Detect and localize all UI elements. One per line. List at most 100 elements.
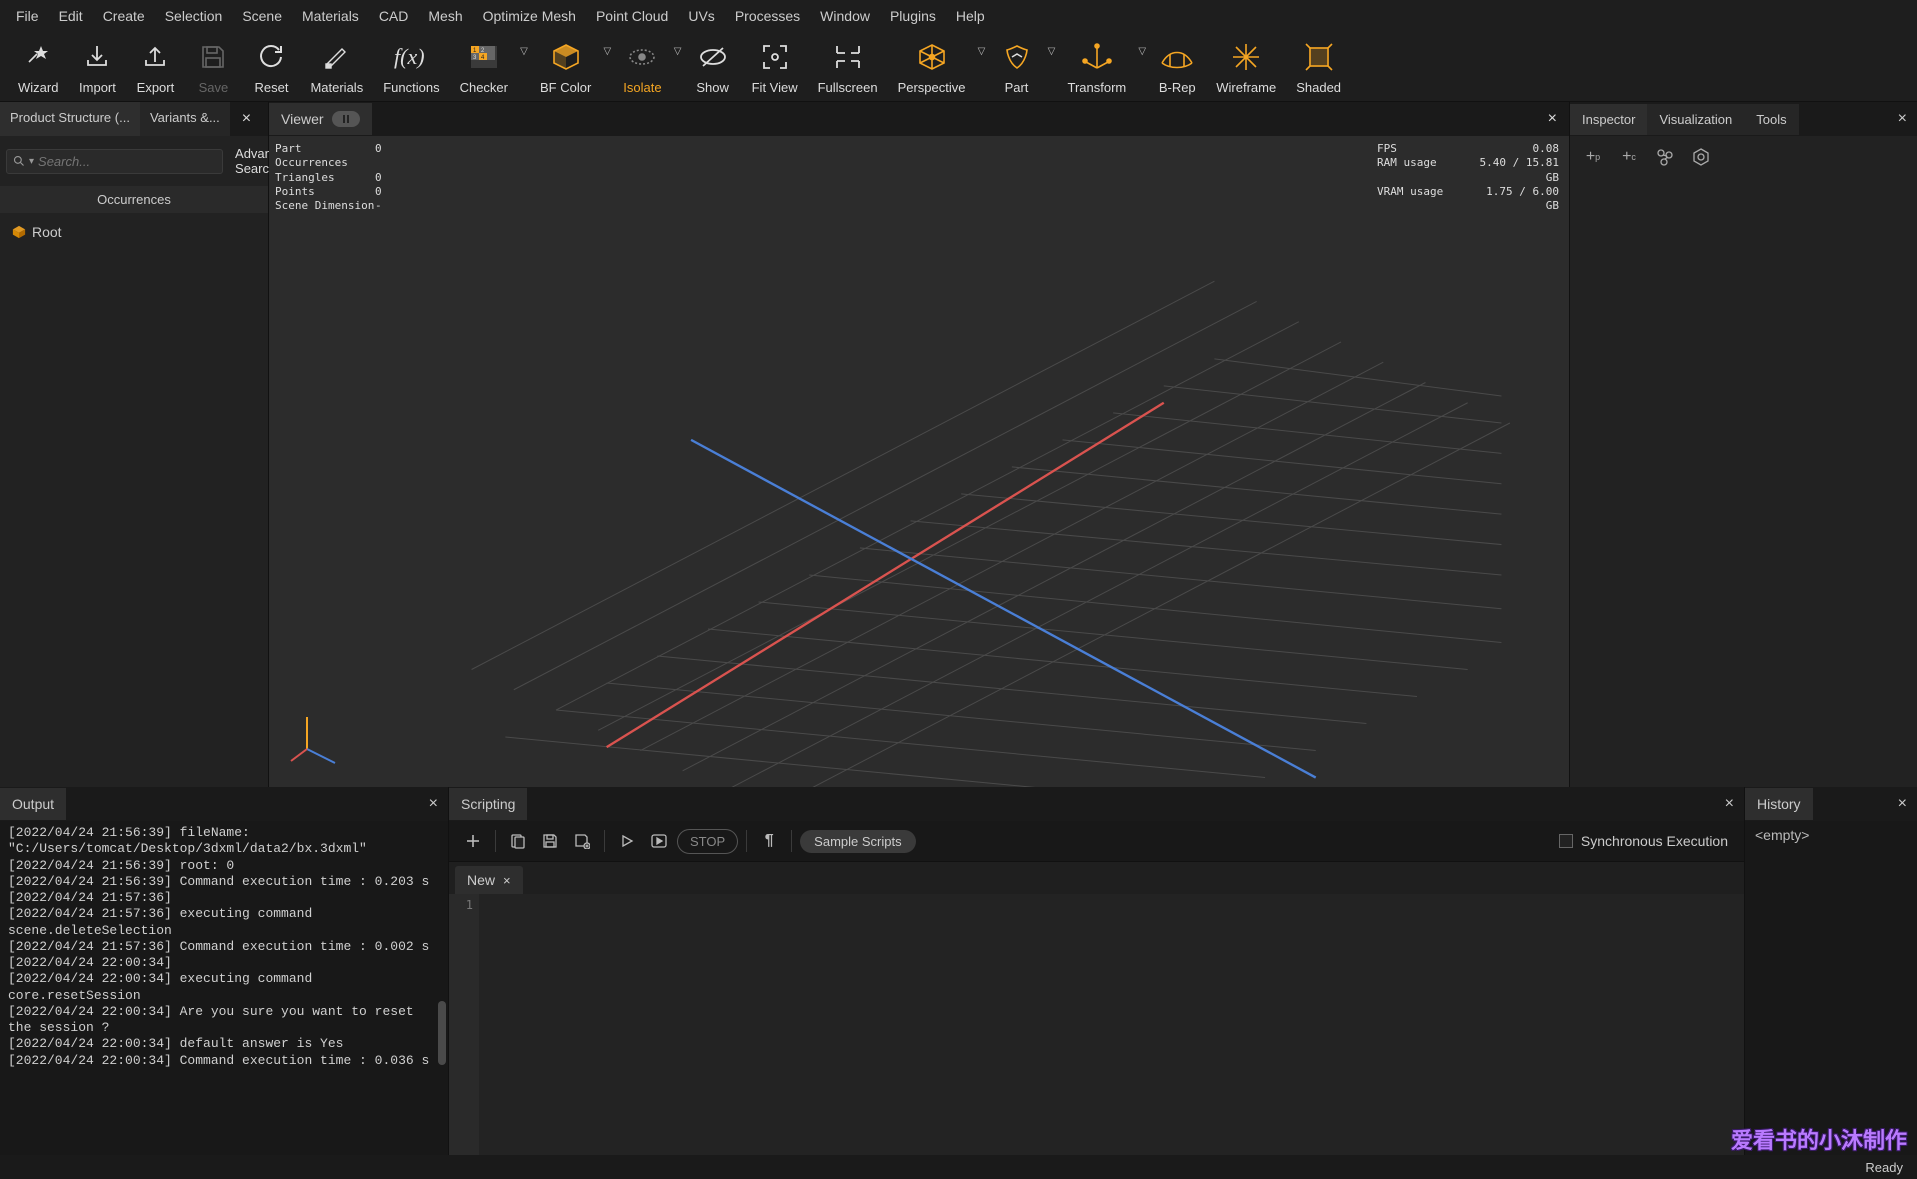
part-icon: [1000, 40, 1034, 74]
checker-dropdown-icon[interactable]: ▽: [518, 36, 530, 57]
fitview-button[interactable]: Fit View: [742, 36, 808, 99]
save-script-icon[interactable]: [536, 827, 564, 855]
transform-button[interactable]: Transform: [1058, 36, 1137, 99]
tab-scripting[interactable]: Scripting: [449, 788, 527, 820]
export-button[interactable]: Export: [126, 36, 184, 99]
wizard-button[interactable]: Wizard: [8, 36, 68, 99]
add-property-icon[interactable]: +p: [1580, 144, 1606, 170]
tab-tools[interactable]: Tools: [1744, 104, 1798, 135]
sync-exec-checkbox[interactable]: [1559, 834, 1573, 848]
tab-visualization[interactable]: Visualization: [1647, 104, 1744, 135]
hexagon-icon[interactable]: [1688, 144, 1714, 170]
stop-button[interactable]: STOP: [677, 829, 738, 854]
tab-inspector[interactable]: Inspector: [1570, 104, 1647, 135]
run-selection-icon[interactable]: [645, 827, 673, 855]
close-viewer-icon[interactable]: ×: [1536, 102, 1569, 136]
script-editor[interactable]: 1: [449, 894, 1744, 1155]
transform-dropdown-icon[interactable]: ▽: [1136, 36, 1148, 57]
sample-scripts-button[interactable]: Sample Scripts: [800, 830, 915, 853]
menu-create[interactable]: Create: [93, 4, 155, 28]
bfcolor-button[interactable]: BF Color: [530, 36, 601, 99]
search-input-wrap[interactable]: ▾: [6, 149, 223, 174]
occurrences-header: Occurrences: [0, 186, 268, 213]
bfcolor-dropdown-icon[interactable]: ▽: [601, 36, 613, 57]
menu-selection[interactable]: Selection: [155, 4, 233, 28]
status-text: Ready: [1865, 1160, 1903, 1175]
stat-row: RAM usage5.40 / 15.81 GB: [1377, 156, 1559, 185]
paragraph-icon[interactable]: ¶: [755, 827, 783, 855]
main-toolbar: WizardImportExport Save Reset Materials f(x)…: [0, 32, 1917, 102]
isolate-icon: [625, 40, 659, 74]
save-as-script-icon[interactable]: [568, 827, 596, 855]
menu-file[interactable]: File: [6, 4, 49, 28]
functions-button[interactable]: f(x)Functions: [373, 36, 449, 99]
stat-row: VRAM usage1.75 / 6.00 GB: [1377, 185, 1559, 214]
molecule-icon[interactable]: [1652, 144, 1678, 170]
menu-mesh[interactable]: Mesh: [418, 4, 472, 28]
tab-viewer[interactable]: Viewer: [269, 103, 372, 135]
axis-tripod-icon: [287, 709, 347, 769]
isolate-button[interactable]: Isolate: [613, 36, 671, 99]
fitview-icon: [758, 40, 792, 74]
part-button[interactable]: Part: [988, 36, 1046, 99]
fullscreen-label: Fullscreen: [818, 80, 878, 95]
menu-optimize-mesh[interactable]: Optimize Mesh: [473, 4, 586, 28]
new-script-icon[interactable]: [459, 827, 487, 855]
pause-icon[interactable]: [332, 111, 360, 127]
transform-icon: [1080, 40, 1114, 74]
menu-help[interactable]: Help: [946, 4, 995, 28]
search-icon: [13, 155, 25, 167]
show-button[interactable]: Show: [684, 36, 742, 99]
output-scrollbar[interactable]: [438, 1001, 446, 1065]
menu-uvs[interactable]: UVs: [678, 4, 724, 28]
perspective-dropdown-icon[interactable]: ▽: [976, 36, 988, 57]
close-history-icon[interactable]: ×: [1888, 787, 1917, 821]
close-right-panel-icon[interactable]: ×: [1888, 102, 1917, 136]
reset-button[interactable]: Reset: [242, 36, 300, 99]
perspective-button[interactable]: Perspective: [888, 36, 976, 99]
run-script-icon[interactable]: [613, 827, 641, 855]
save-icon: [196, 40, 230, 74]
search-filter-icon[interactable]: ▾: [29, 156, 34, 167]
save-button[interactable]: Save: [184, 36, 242, 99]
close-script-tab-icon[interactable]: ×: [503, 873, 511, 888]
menu-cad[interactable]: CAD: [369, 4, 419, 28]
tab-history[interactable]: History: [1745, 788, 1813, 820]
tab-variants[interactable]: Variants &...: [140, 102, 230, 136]
menu-window[interactable]: Window: [810, 4, 880, 28]
menu-scene[interactable]: Scene: [232, 4, 292, 28]
part-dropdown-icon[interactable]: ▽: [1046, 36, 1058, 57]
close-output-icon[interactable]: ×: [419, 787, 448, 821]
save-label: Save: [199, 80, 229, 95]
stat-row: FPS0.08: [1377, 142, 1559, 156]
scripting-panel: Scripting × STOP ¶ Sample Scripts Synchr…: [449, 787, 1745, 1155]
shaded-button[interactable]: Shaded: [1286, 36, 1351, 99]
tree-root-item[interactable]: Root: [10, 221, 258, 243]
menu-edit[interactable]: Edit: [49, 4, 93, 28]
materials-button[interactable]: Materials: [300, 36, 373, 99]
fullscreen-button[interactable]: Fullscreen: [808, 36, 888, 99]
menu-point-cloud[interactable]: Point Cloud: [586, 4, 678, 28]
script-tab-new[interactable]: New ×: [455, 866, 523, 894]
add-component-icon[interactable]: +c: [1616, 144, 1642, 170]
shaded-label: Shaded: [1296, 80, 1341, 95]
tab-product-structure[interactable]: Product Structure (...: [0, 102, 140, 136]
open-script-icon[interactable]: [504, 827, 532, 855]
menu-processes[interactable]: Processes: [725, 4, 810, 28]
close-scripting-icon[interactable]: ×: [1715, 787, 1744, 821]
isolate-dropdown-icon[interactable]: ▽: [672, 36, 684, 57]
tab-output[interactable]: Output: [0, 788, 66, 820]
brep-button[interactable]: B-Rep: [1148, 36, 1206, 99]
search-input[interactable]: [38, 154, 216, 169]
viewport-3d[interactable]: Part Occurrences0Triangles0Points0Scene …: [269, 136, 1569, 787]
wireframe-button[interactable]: Wireframe: [1206, 36, 1286, 99]
materials-label: Materials: [310, 80, 363, 95]
menu-materials[interactable]: Materials: [292, 4, 369, 28]
close-left-panel-icon[interactable]: ×: [230, 102, 263, 136]
fitview-label: Fit View: [752, 80, 798, 95]
checker-button[interactable]: 1234Checker: [450, 36, 518, 99]
menu-plugins[interactable]: Plugins: [880, 4, 946, 28]
output-log[interactable]: [2022/04/24 21:56:39] fileName: "C:/User…: [0, 821, 448, 1155]
import-button[interactable]: Import: [68, 36, 126, 99]
bfcolor-icon: [549, 40, 583, 74]
